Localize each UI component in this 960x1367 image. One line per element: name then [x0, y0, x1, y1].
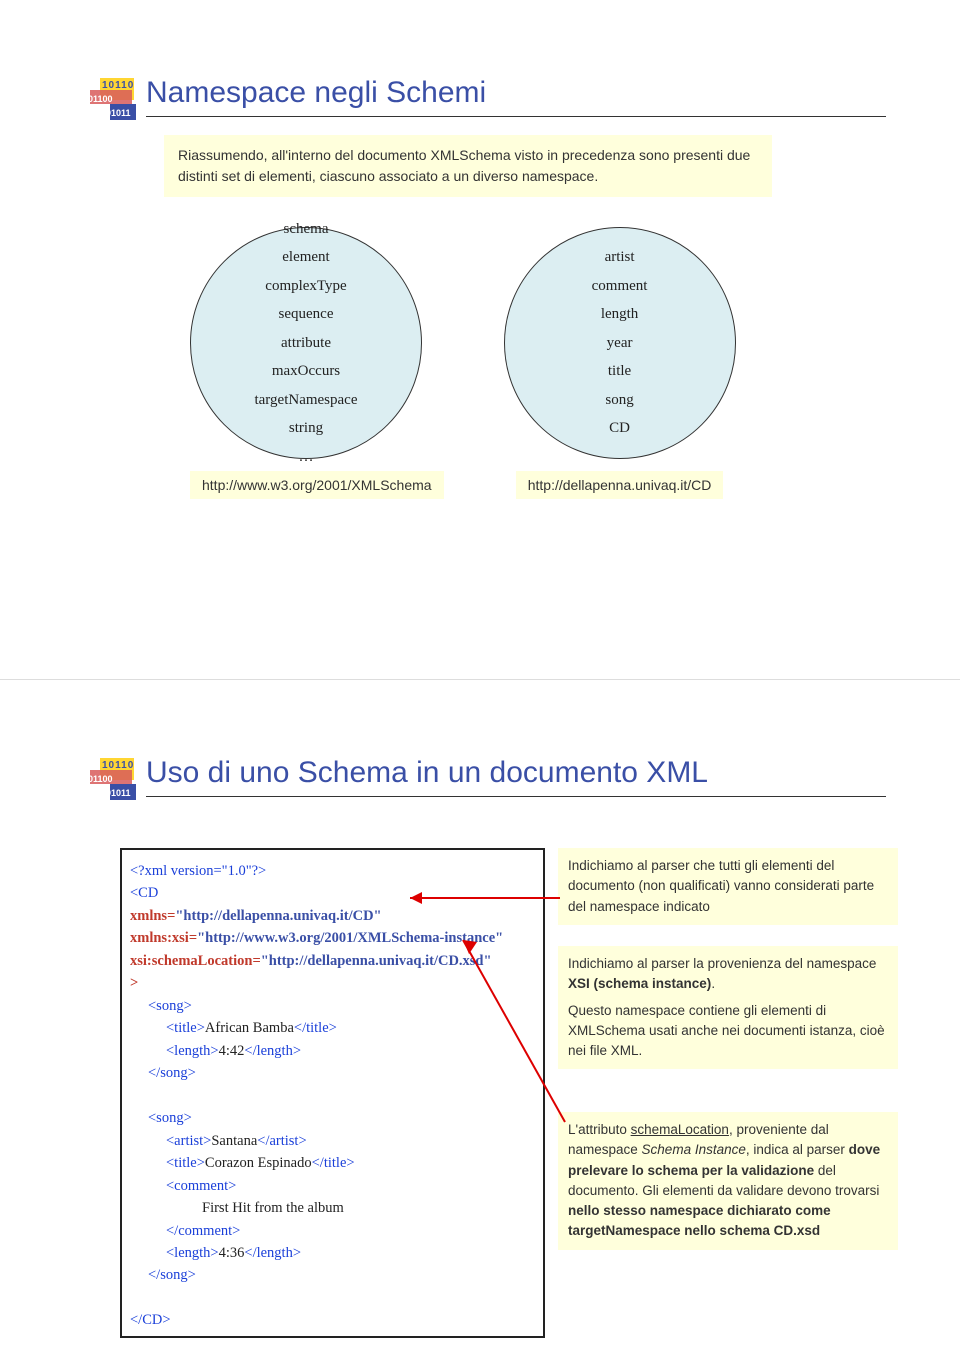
code-length2-text: 4:36: [219, 1245, 245, 1261]
circle1-item: string: [289, 414, 323, 443]
note3-a: L'attributo: [568, 1122, 631, 1137]
note-3: L'attributo schemaLocation, proveniente …: [558, 1112, 898, 1250]
code-title-open: <title>: [166, 1155, 205, 1171]
code-title2-text: Corazon Espinado: [205, 1155, 312, 1171]
logo-graphic: 101100110001011: [88, 72, 138, 132]
code-length-close: </length>: [244, 1043, 301, 1059]
code-title-close: </title>: [312, 1155, 355, 1171]
slide-2: 101100110001011 Uso di uno Schema in un …: [0, 680, 960, 1367]
xml-code-box: <?xml version="1.0"?> <CD xmlns="http://…: [120, 848, 545, 1338]
code-song-close: </song>: [148, 1065, 196, 1081]
logo-graphic: 101100110001011: [88, 752, 138, 812]
circle2-item: CD: [609, 414, 630, 443]
intro-text: Riassumendo, all'interno del documento X…: [164, 135, 772, 197]
code-artist-text: Santana: [211, 1133, 257, 1149]
code-length-open: <length>: [166, 1043, 219, 1059]
code-length-open: <length>: [166, 1245, 219, 1261]
code-cd-open: <CD: [130, 885, 158, 901]
code-gt: >: [130, 975, 138, 991]
code-cd-close: </CD>: [130, 1312, 171, 1328]
circles-row: schema element complexType sequence attr…: [190, 227, 900, 499]
code-xml-decl: <?xml version="1.0"?>: [130, 863, 266, 879]
code-xmlns-attr: xmlns: [130, 908, 167, 924]
code-xmlns-val: "http://dellapenna.univaq.it/CD": [175, 908, 381, 924]
circle1-url: http://www.w3.org/2001/XMLSchema: [190, 471, 444, 499]
note3-e: , indica al parser: [746, 1142, 849, 1157]
code-comment-close: </comment>: [166, 1223, 240, 1239]
note2-text-p2: Questo namespace contiene gli elementi d…: [568, 1003, 885, 1059]
note2-text-c: .: [711, 976, 715, 991]
code-length-close: </length>: [244, 1245, 301, 1261]
code-song-open: <song>: [148, 1110, 192, 1126]
code-schemaloc-attr: xsi:schemaLocation: [130, 953, 252, 969]
code-comment-text: First Hit from the album: [202, 1200, 344, 1216]
note-1: Indichiamo al parser che tutti gli eleme…: [558, 848, 898, 925]
slide-title: Namespace negli Schemi: [146, 76, 886, 117]
note3-b: schemaLocation: [631, 1122, 729, 1137]
code-title-open: <title>: [166, 1020, 205, 1036]
circle-schema-namespace: schema element complexType sequence attr…: [190, 227, 422, 459]
code-song-close: </song>: [148, 1267, 196, 1283]
circle1-item: schema: [284, 215, 329, 244]
code-xmlnsxsi-attr: xmlns:xsi: [130, 930, 189, 946]
code-length1-text: 4:42: [219, 1043, 245, 1059]
code-schemaloc-val: "http://dellapenna.univaq.it/CD.xsd": [261, 953, 492, 969]
note3-d: Schema Instance: [642, 1142, 746, 1157]
circle1-item: complexType: [265, 272, 346, 301]
note-2: Indichiamo al parser la provenienza del …: [558, 946, 898, 1069]
circle2-item: title: [608, 357, 631, 386]
circle2-url: http://dellapenna.univaq.it/CD: [516, 471, 724, 499]
code-song-open: <song>: [148, 998, 192, 1014]
code-artist-close: </artist>: [257, 1133, 306, 1149]
note2-text-a: Indichiamo al parser la provenienza del …: [568, 956, 876, 971]
circle2-item: year: [607, 329, 633, 358]
circle1-item: targetNamespace: [254, 386, 357, 415]
circle1-item: sequence: [279, 300, 334, 329]
note3-h: nello stesso namespace dichiarato come t…: [568, 1203, 831, 1238]
circle-2-group: artist comment length year title song CD…: [504, 227, 736, 499]
circle2-item: song: [605, 386, 633, 415]
circle2-item: artist: [605, 243, 635, 272]
circle1-item: maxOccurs: [272, 357, 340, 386]
circle2-item: comment: [592, 272, 648, 301]
circle-user-namespace: artist comment length year title song CD: [504, 227, 736, 459]
note2-text-b: XSI (schema instance): [568, 976, 711, 991]
circle2-item: length: [601, 300, 639, 329]
note1-text: Indichiamo al parser che tutti gli eleme…: [568, 858, 874, 914]
code-comment-open: <comment>: [166, 1178, 236, 1194]
slide-title: Uso di uno Schema in un documento XML: [146, 756, 886, 797]
code-xmlnsxsi-val: "http://www.w3.org/2001/XMLSchema-instan…: [197, 930, 503, 946]
code-artist-open: <artist>: [166, 1133, 211, 1149]
circle1-item: attribute: [281, 329, 331, 358]
code-title1-text: African Bamba: [205, 1020, 294, 1036]
slide-1: 101100110001011 Namespace negli Schemi R…: [0, 0, 960, 680]
circle1-item: element: [282, 243, 329, 272]
circle-1-group: schema element complexType sequence attr…: [190, 227, 444, 499]
circle1-item: …: [299, 443, 314, 472]
code-title-close: </title>: [294, 1020, 337, 1036]
